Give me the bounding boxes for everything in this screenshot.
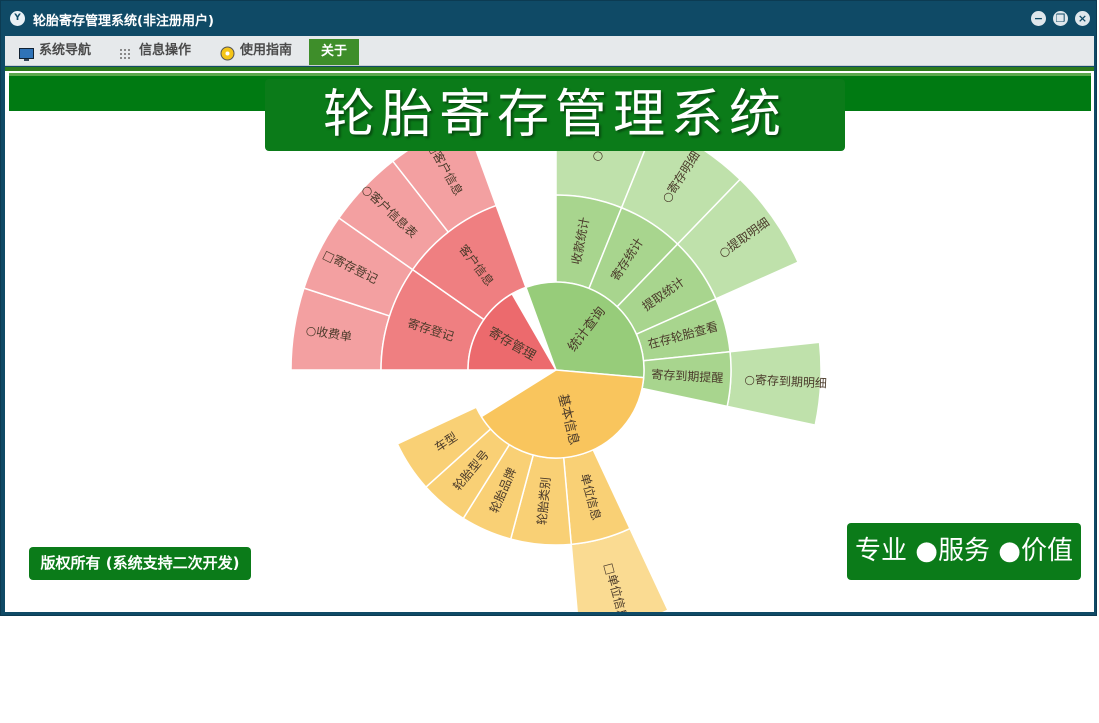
- close-button[interactable]: ×: [1075, 11, 1090, 26]
- grid-icon: [119, 43, 134, 59]
- menu-item-user-guide[interactable]: 使用指南: [218, 36, 310, 65]
- help-icon: [220, 43, 235, 61]
- menu-item-system-nav[interactable]: 系统导航: [17, 36, 105, 65]
- menu-item-about[interactable]: 关于: [309, 39, 359, 65]
- menu-item-label: 使用指南: [240, 43, 293, 58]
- app-logo-icon: Y: [10, 11, 25, 26]
- monitor-icon: [19, 43, 34, 61]
- main-content: ○收费单□寄存登记寄存登记○客户信息表□客户信息客户信息寄存管理○收款收款统计○…: [5, 67, 1094, 612]
- menu-bar: 系统导航 信息操作 使用指南 关于: [5, 36, 1094, 66]
- menu-item-label: 信息操作: [139, 43, 192, 58]
- slogan-label: 专业 ●服务 ●价值: [847, 523, 1081, 580]
- copyright-label: 版权所有 (系统支持二次开发): [29, 547, 251, 580]
- banner-title: 轮胎寄存管理系统: [265, 79, 845, 151]
- title-bar[interactable]: Y 轮胎寄存管理系统(非注册用户) − ❐ ×: [1, 1, 1096, 36]
- menu-item-label: 系统导航: [39, 43, 92, 58]
- minimize-button[interactable]: −: [1031, 11, 1046, 26]
- window-title: 轮胎寄存管理系统(非注册用户): [33, 14, 214, 29]
- restore-button[interactable]: ❐: [1053, 11, 1068, 26]
- app-window: Y 轮胎寄存管理系统(非注册用户) − ❐ × 系统导航 信息操作 使用指南 关…: [0, 0, 1097, 616]
- menu-item-info-ops[interactable]: 信息操作: [117, 36, 205, 65]
